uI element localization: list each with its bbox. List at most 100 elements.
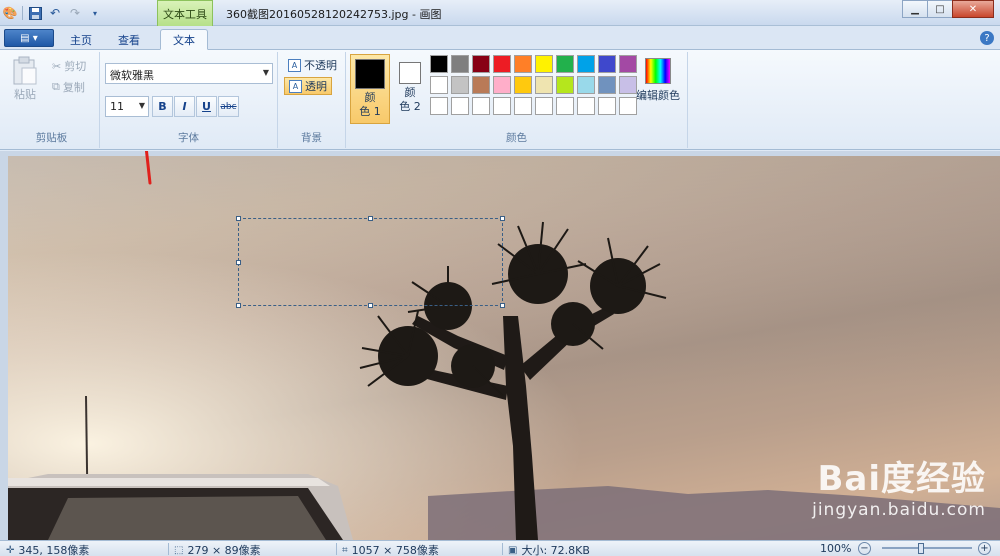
palette-swatch[interactable] xyxy=(577,76,595,94)
zoom-slider-track[interactable] xyxy=(882,547,972,549)
close-button[interactable]: ✕ xyxy=(952,0,994,18)
undo-icon[interactable]: ↶ xyxy=(47,5,63,21)
divider xyxy=(336,543,337,555)
palette-swatch[interactable] xyxy=(598,55,616,73)
resize-handle-nw[interactable] xyxy=(236,216,241,221)
bold-button[interactable]: B xyxy=(152,96,173,117)
edit-colors-label: 编辑颜色 xyxy=(636,89,680,102)
minimize-button[interactable]: ▁ xyxy=(902,0,928,18)
tab-view[interactable]: 查看 xyxy=(106,29,152,50)
paint-app-icon[interactable]: 🎨 xyxy=(2,5,18,21)
palette-swatch[interactable] xyxy=(535,76,553,94)
palette-swatch[interactable] xyxy=(556,97,574,115)
palette-swatch[interactable] xyxy=(514,76,532,94)
tab-home[interactable]: 主页 xyxy=(58,29,104,50)
color2-label-line1: 颜 xyxy=(404,86,416,99)
palette-swatch[interactable] xyxy=(430,97,448,115)
palette-swatch[interactable] xyxy=(451,76,469,94)
app-menu-button[interactable]: ▤ ▾ xyxy=(4,29,54,47)
ribbon-tab-row: ▤ ▾ 主页 查看 文本 ? xyxy=(0,26,1000,50)
palette-swatch[interactable] xyxy=(619,97,637,115)
zoom-in-button[interactable]: + xyxy=(978,542,991,555)
palette-swatch[interactable] xyxy=(493,55,511,73)
palette-swatch[interactable] xyxy=(619,76,637,94)
palette-swatch[interactable] xyxy=(535,55,553,73)
image-size-icon: ⌗ xyxy=(342,544,348,556)
palette-swatch[interactable] xyxy=(493,76,511,94)
resize-handle-se[interactable] xyxy=(500,303,505,308)
palette-swatch[interactable] xyxy=(535,97,553,115)
color2-label-line2: 色 2 xyxy=(399,100,421,113)
opaque-button[interactable]: A 不透明 xyxy=(284,56,341,74)
color2-swatch xyxy=(399,62,421,84)
cut-button[interactable]: ✂ 剪切 xyxy=(52,58,86,74)
palette-swatch[interactable] xyxy=(451,55,469,73)
palette-swatch[interactable] xyxy=(577,97,595,115)
text-selection-box[interactable] xyxy=(236,216,505,308)
color1-label-line1: 颜 xyxy=(364,91,376,104)
font-size-select[interactable]: 11 ▼ xyxy=(105,96,149,117)
group-label-clipboard: 剪贴板 xyxy=(35,132,68,144)
font-family-select[interactable]: 微软雅黑 ▼ xyxy=(105,63,273,84)
palette-swatch[interactable] xyxy=(430,55,448,73)
strikethrough-button[interactable]: abc xyxy=(218,96,239,117)
palette-swatch[interactable] xyxy=(556,55,574,73)
color1-button[interactable]: 颜 色 1 xyxy=(350,54,390,124)
customize-quick-access-icon[interactable]: ▾ xyxy=(87,5,103,21)
window-controls: ▁ □ ✕ xyxy=(902,0,994,18)
group-label-font: 字体 xyxy=(178,132,199,144)
color1-label-line2: 色 1 xyxy=(359,105,381,118)
crosshair-icon: ✛ xyxy=(6,544,15,556)
font-family-value: 微软雅黑 xyxy=(110,69,154,82)
group-label-colors: 颜色 xyxy=(506,132,527,144)
redo-icon[interactable]: ↷ xyxy=(67,5,83,21)
transparent-button[interactable]: A 透明 xyxy=(284,77,332,95)
copy-button[interactable]: ⧉ 复制 xyxy=(52,79,85,95)
color2-button[interactable]: 颜 色 2 xyxy=(390,54,430,124)
selection-size: ⬚ 279 × 89像素 xyxy=(174,542,261,556)
palette-swatch[interactable] xyxy=(577,55,595,73)
palette-swatch[interactable] xyxy=(430,76,448,94)
opaque-text-icon: A xyxy=(288,58,301,72)
underline-button[interactable]: U xyxy=(196,96,217,117)
cut-label: 剪切 xyxy=(64,60,87,73)
save-icon[interactable] xyxy=(27,5,43,21)
watermark-brand: Bai度经验 xyxy=(817,459,986,499)
italic-button[interactable]: I xyxy=(174,96,195,117)
baidu-watermark: Bai度经验 jingyan.baidu.com xyxy=(812,451,986,520)
edit-colors-button[interactable]: 编辑颜色 xyxy=(636,58,680,103)
palette-swatch[interactable] xyxy=(472,76,490,94)
palette-swatch[interactable] xyxy=(514,97,532,115)
cursor-position: ✛ 345, 158像素 xyxy=(6,542,89,556)
window-title: 360截图20160528120242753.jpg - 画图 xyxy=(226,8,442,21)
color-spectrum-icon xyxy=(645,58,671,84)
clipboard-group: 粘贴 ✂ 剪切 ⧉ 复制 剪贴板 xyxy=(4,52,100,148)
palette-swatch[interactable] xyxy=(493,97,511,115)
resize-handle-n[interactable] xyxy=(368,216,373,221)
palette-swatch[interactable] xyxy=(619,55,637,73)
palette-swatch[interactable] xyxy=(598,97,616,115)
color1-swatch xyxy=(355,59,385,89)
palette-swatch[interactable] xyxy=(451,97,469,115)
maximize-button[interactable]: □ xyxy=(927,0,953,18)
scissors-icon: ✂ xyxy=(52,59,62,73)
resize-handle-w[interactable] xyxy=(236,260,241,265)
help-icon[interactable]: ? xyxy=(980,31,994,45)
palette-swatch[interactable] xyxy=(598,76,616,94)
zoom-slider-thumb[interactable] xyxy=(918,543,924,554)
resize-handle-sw[interactable] xyxy=(236,303,241,308)
canvas-image[interactable]: Bai度经验 jingyan.baidu.com xyxy=(8,156,1000,540)
zoom-out-button[interactable]: − xyxy=(858,542,871,555)
palette-swatch[interactable] xyxy=(556,76,574,94)
palette-swatch[interactable] xyxy=(472,55,490,73)
tab-text[interactable]: 文本 xyxy=(160,29,208,50)
resize-handle-s[interactable] xyxy=(368,303,373,308)
canvas-area[interactable]: Bai度经验 jingyan.baidu.com xyxy=(0,151,1000,540)
resize-handle-ne[interactable] xyxy=(500,216,505,221)
paste-label: 粘贴 xyxy=(14,88,36,101)
paste-button[interactable]: 粘贴 xyxy=(12,56,38,102)
palette-swatch[interactable] xyxy=(472,97,490,115)
selection-size-value: 279 × 89像素 xyxy=(187,544,261,556)
palette-swatch[interactable] xyxy=(514,55,532,73)
divider xyxy=(502,543,503,555)
